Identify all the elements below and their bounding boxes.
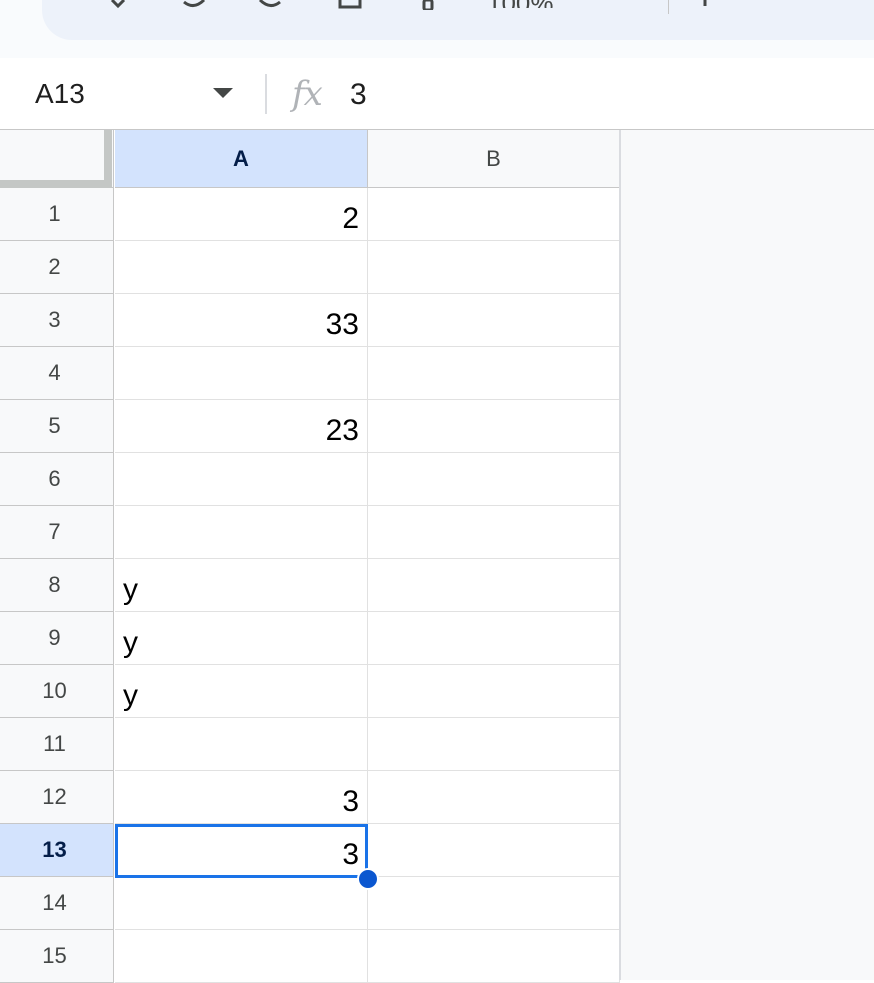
cell-a8[interactable]: y [115, 559, 368, 612]
row-header-label: 4 [48, 360, 61, 385]
toolbar-divider [668, 0, 669, 14]
row-header-label: 11 [43, 731, 66, 756]
row-header-1[interactable]: 1 [0, 188, 114, 241]
grid-area: A B 1 2 2 3 33 4 5 23 6 7 8 y 9 y 10 y 11 12 3 13 3 14 15 [0, 130, 874, 983]
fill-handle[interactable] [357, 868, 379, 890]
row-header-3[interactable]: 3 [0, 294, 114, 347]
cell-b7[interactable] [368, 506, 620, 559]
cell-a6[interactable] [115, 453, 368, 506]
cell-a5[interactable]: 23 [115, 400, 368, 453]
cell-b15[interactable] [368, 930, 620, 983]
toolbar-area: 100% [0, 0, 874, 58]
row-header-label: 12 [42, 784, 67, 809]
cell-b14[interactable] [368, 877, 620, 930]
row-header-label: 8 [48, 572, 61, 597]
row-header-6[interactable]: 6 [0, 453, 114, 506]
cell-b2[interactable] [368, 241, 620, 294]
fx-icon: fx [292, 74, 323, 114]
row-header-10[interactable]: 10 [0, 665, 114, 718]
row-header-4[interactable]: 4 [0, 347, 114, 400]
cell-a2[interactable] [115, 241, 368, 294]
cell-a13[interactable]: 3 [115, 824, 368, 877]
column-header-a[interactable]: A [115, 130, 368, 188]
cell-a12[interactable]: 3 [115, 771, 368, 824]
row-header-8[interactable]: 8 [0, 559, 114, 612]
formula-input[interactable]: 3 [350, 78, 367, 112]
cell-a15[interactable] [115, 930, 368, 983]
cell-b10[interactable] [368, 665, 620, 718]
name-box-value: A13 [35, 78, 85, 109]
undo-icon[interactable] [180, 0, 208, 10]
cell-b12[interactable] [368, 771, 620, 824]
row-header-label: 10 [42, 678, 67, 703]
row-header-label: 15 [42, 943, 67, 968]
cell-a3[interactable]: 33 [115, 294, 368, 347]
row-header-11[interactable]: 11 [0, 718, 114, 771]
sheet-edge [619, 130, 621, 980]
row-header-label: 9 [48, 625, 61, 650]
cell-a9[interactable]: y [115, 612, 368, 665]
row-header-14[interactable]: 14 [0, 877, 114, 930]
cell-b11[interactable] [368, 718, 620, 771]
row-header-label: 7 [48, 519, 61, 544]
cell-a7[interactable] [115, 506, 368, 559]
row-header-7[interactable]: 7 [0, 506, 114, 559]
formula-bar: A13 fx 3 [0, 58, 874, 130]
row-header-label: 14 [42, 890, 67, 915]
redo-icon[interactable] [256, 0, 284, 10]
row-header-13[interactable]: 13 [0, 824, 114, 877]
select-all-corner[interactable] [0, 130, 114, 188]
name-box[interactable]: A13 [0, 58, 252, 129]
cell-a10[interactable]: y [115, 665, 368, 718]
cell-a1[interactable]: 2 [115, 188, 368, 241]
cell-b3[interactable] [368, 294, 620, 347]
row-header-label: 6 [48, 466, 61, 491]
cell-a4[interactable] [115, 347, 368, 400]
row-header-12[interactable]: 12 [0, 771, 114, 824]
row-header-15[interactable]: 15 [0, 930, 114, 983]
row-header-label: 5 [48, 413, 61, 438]
paint-format-icon[interactable] [418, 0, 446, 10]
more-icon[interactable] [692, 0, 720, 10]
cell-b9[interactable] [368, 612, 620, 665]
cell-b6[interactable] [368, 453, 620, 506]
search-icon[interactable] [104, 0, 132, 10]
cell-b13[interactable] [368, 824, 620, 877]
cell-a14[interactable] [115, 877, 368, 930]
row-header-5[interactable]: 5 [0, 400, 114, 453]
column-freeze-handle[interactable] [0, 180, 106, 188]
zoom-select[interactable]: 100% [487, 0, 554, 8]
toolbar [42, 0, 874, 40]
sheet-grid: A B 1 2 2 3 33 4 5 23 6 7 8 y 9 y 10 y 11 12 3 13 3 14 15 [0, 130, 620, 983]
chevron-down-icon[interactable] [213, 88, 233, 98]
row-header-label: 2 [48, 254, 61, 279]
row-header-label: 1 [48, 201, 61, 226]
cell-b5[interactable] [368, 400, 620, 453]
print-icon[interactable] [336, 0, 364, 10]
formula-bar-divider [265, 74, 267, 114]
row-freeze-handle[interactable] [104, 130, 112, 188]
cell-a11[interactable] [115, 718, 368, 771]
cell-b4[interactable] [368, 347, 620, 400]
row-header-9[interactable]: 9 [0, 612, 114, 665]
row-header-label: 3 [48, 307, 61, 332]
cell-b1[interactable] [368, 188, 620, 241]
cell-b8[interactable] [368, 559, 620, 612]
row-header-2[interactable]: 2 [0, 241, 114, 294]
row-header-label: 13 [42, 837, 67, 862]
column-header-b[interactable]: B [368, 130, 620, 188]
